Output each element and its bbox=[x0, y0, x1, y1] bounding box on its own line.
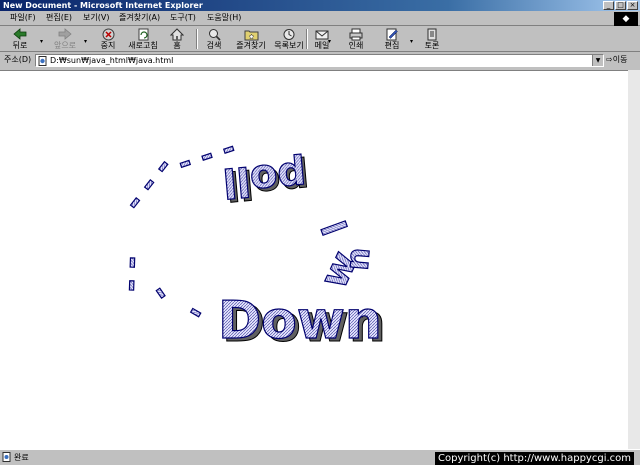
menu-help[interactable]: 도움말(H) bbox=[207, 11, 241, 25]
edit-dropdown-icon[interactable]: ▾ bbox=[410, 38, 413, 45]
window-title: New Document - Microsoft Internet Explor… bbox=[3, 1, 203, 10]
menu-file[interactable]: 파일(F) bbox=[10, 11, 36, 25]
forward-button[interactable]: 앞으로 bbox=[50, 27, 80, 51]
favorites-button[interactable]: 즐겨찾기 bbox=[232, 27, 270, 51]
home-button[interactable]: 홈 bbox=[166, 27, 188, 51]
discuss-icon bbox=[427, 28, 437, 41]
vertical-scrollbar[interactable] bbox=[628, 70, 640, 449]
edit-button[interactable]: 편집 bbox=[380, 27, 404, 51]
edit-icon bbox=[386, 28, 398, 41]
address-input[interactable]: D:₩sun₩java_html₩java.html ▼ bbox=[35, 54, 604, 67]
address-dropdown-icon[interactable]: ▼ bbox=[592, 55, 603, 66]
text-dashes-top: - - - bbox=[117, 150, 180, 217]
address-url: D:₩sun₩java_html₩java.html bbox=[50, 56, 174, 65]
address-label: 주소(D) bbox=[4, 55, 32, 64]
page-content: Down poll Down poll w u l - - - - - - - … bbox=[0, 70, 628, 450]
text-dash-1: - bbox=[182, 294, 210, 331]
stop-icon bbox=[102, 28, 114, 41]
menu-edit[interactable]: 편집(E) bbox=[46, 11, 72, 25]
printer-icon bbox=[349, 28, 363, 41]
maximize-button[interactable]: □ bbox=[615, 1, 626, 10]
go-button[interactable]: ⇨이동 bbox=[606, 54, 627, 66]
menu-tools[interactable]: 도구(T) bbox=[170, 11, 196, 25]
history-label: 목록보기 bbox=[274, 41, 304, 50]
text-l: l bbox=[312, 216, 354, 241]
search-icon bbox=[208, 29, 221, 41]
stop-button[interactable]: 중지 bbox=[94, 27, 122, 51]
search-button[interactable]: 검색 bbox=[202, 27, 226, 51]
ie-logo: ◆ bbox=[614, 12, 638, 26]
back-dropdown-icon[interactable]: ▾ bbox=[40, 38, 43, 45]
favorites-folder-icon bbox=[244, 30, 258, 41]
forward-label: 앞으로 bbox=[53, 41, 77, 50]
windows-logo-icon: ◆ bbox=[622, 14, 630, 24]
discuss-label: 토론 bbox=[424, 41, 440, 50]
refresh-button[interactable]: 새로고침 bbox=[124, 27, 162, 51]
home-label: 홈 bbox=[173, 41, 181, 50]
page-done-icon bbox=[2, 452, 11, 462]
go-arrow-icon: ⇨ bbox=[606, 55, 613, 64]
menu-favorites[interactable]: 즐겨찾기(A) bbox=[119, 11, 160, 25]
status-bar: 완료 Copyright(c) http://www.happycgi.com bbox=[0, 449, 640, 465]
text-n: u bbox=[342, 246, 382, 272]
favorites-label: 즐겨찾기 bbox=[236, 41, 266, 50]
toolbar-separator bbox=[196, 29, 198, 49]
title-bar[interactable]: New Document - Microsoft Internet Explor… bbox=[0, 0, 640, 11]
animated-text-applet: Down poll Down poll w u l - - - - - - - … bbox=[114, 130, 386, 355]
refresh-icon bbox=[138, 28, 148, 41]
go-label: 이동 bbox=[612, 55, 628, 64]
back-label: 뒤로 bbox=[12, 41, 28, 50]
history-button[interactable]: 목록보기 bbox=[270, 27, 308, 51]
back-button[interactable]: 뒤로 bbox=[6, 27, 34, 51]
history-icon bbox=[283, 29, 295, 40]
toolbar: 뒤로 ▾ 앞으로 ▾ 중지 새로고침 홈 검색 즐겨찾기 목록보기 메일 ▾ 인… bbox=[0, 26, 640, 52]
edit-label: 편집 bbox=[384, 41, 400, 50]
toolbar-separator bbox=[306, 29, 308, 49]
stop-label: 중지 bbox=[100, 41, 116, 50]
home-icon bbox=[170, 28, 184, 41]
menu-view[interactable]: 보기(V) bbox=[83, 11, 109, 25]
forward-arrow-icon bbox=[58, 28, 72, 40]
mail-dropdown-icon[interactable]: ▾ bbox=[328, 38, 331, 45]
discuss-button[interactable]: 토론 bbox=[420, 27, 444, 51]
menu-bar: 파일(F) 편집(E) 보기(V) 즐겨찾기(A) 도구(T) 도움말(H) bbox=[0, 11, 640, 26]
print-button[interactable]: 인쇄 bbox=[344, 27, 368, 51]
window-controls: _ □ × bbox=[603, 1, 638, 10]
minimize-button[interactable]: _ bbox=[603, 1, 614, 10]
back-arrow-icon bbox=[13, 28, 27, 40]
close-button[interactable]: × bbox=[627, 1, 638, 10]
text-down: Down bbox=[218, 291, 382, 351]
forward-dropdown-icon[interactable]: ▾ bbox=[84, 38, 87, 45]
search-label: 검색 bbox=[206, 41, 222, 50]
address-bar: 주소(D) D:₩sun₩java_html₩java.html ▼ ⇨이동 bbox=[0, 52, 640, 68]
mail-icon bbox=[315, 30, 329, 40]
page-icon bbox=[38, 56, 47, 66]
copyright-text: Copyright(c) http://www.happycgi.com bbox=[435, 452, 635, 465]
text-dashes-left: - - bbox=[115, 256, 151, 293]
refresh-label: 새로고침 bbox=[128, 41, 158, 50]
status-text: 완료 bbox=[14, 453, 29, 462]
print-label: 인쇄 bbox=[348, 41, 364, 50]
